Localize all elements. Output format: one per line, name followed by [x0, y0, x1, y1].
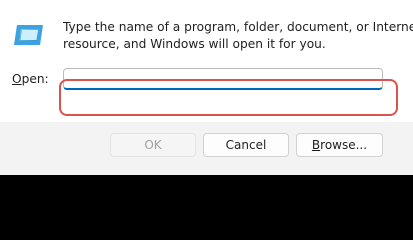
- ok-button[interactable]: OK: [110, 133, 196, 157]
- browse-label-text: rowse...: [320, 138, 368, 152]
- browse-button[interactable]: Browse...: [296, 133, 383, 157]
- description-line-1: Type the name of a program, folder, docu…: [63, 20, 413, 34]
- cancel-button[interactable]: Cancel: [203, 133, 289, 157]
- run-app-icon: [13, 23, 46, 47]
- open-label: Open:: [12, 72, 49, 86]
- browse-mnemonic: B: [311, 138, 321, 152]
- dialog-description: Type the name of a program, folder, docu…: [63, 19, 413, 53]
- dialog-footer: OK Cancel Browse...: [0, 122, 413, 175]
- description-line-2: resource, and Windows will open it for y…: [63, 37, 326, 51]
- open-label-mnemonic: O: [12, 72, 22, 86]
- open-label-text: pen:: [21, 72, 49, 86]
- run-dialog: Type the name of a program, folder, docu…: [0, 0, 413, 175]
- open-input[interactable]: [63, 68, 383, 90]
